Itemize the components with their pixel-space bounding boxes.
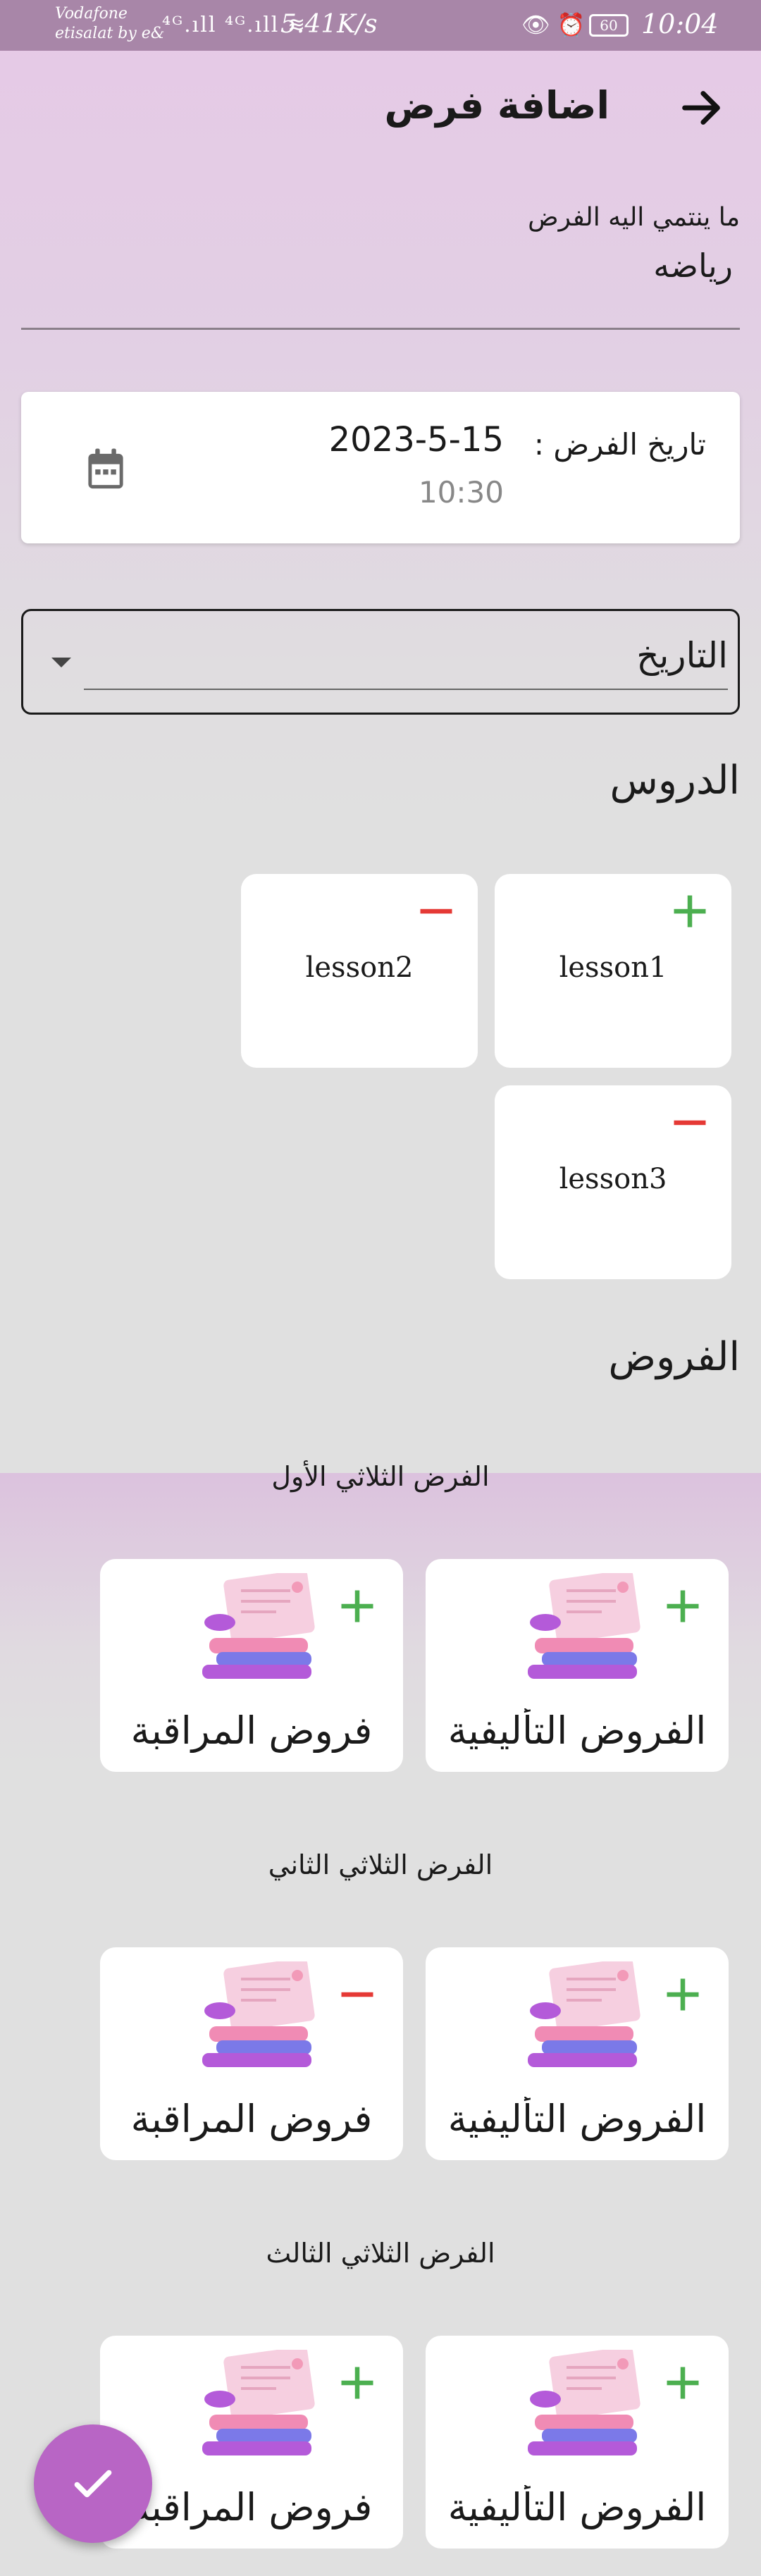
lesson-card[interactable]: lesson3: [495, 1085, 731, 1279]
calendar-icon[interactable]: [85, 447, 127, 492]
status-icons: 👁 ⏰: [521, 11, 586, 38]
input-underline: [21, 328, 740, 330]
dropdown-value: التاريخ: [636, 635, 728, 676]
plus-icon[interactable]: [340, 2365, 375, 2401]
save-fab-button[interactable]: [34, 2424, 152, 2543]
page-title: اضافة فرض: [384, 83, 610, 128]
belongs-to-label: ما ينتمي اليه الفرض: [528, 203, 740, 232]
plus-icon[interactable]: [665, 2365, 700, 2401]
exams-title: الفروض: [608, 1334, 740, 1380]
books-icon: [528, 2350, 641, 2455]
lessons-title: الدروس: [610, 758, 740, 803]
term-title: الفرض الثلاثي الثاني: [268, 1849, 493, 1880]
dropdown-underline: [84, 689, 728, 690]
lesson-label: lesson3: [559, 1163, 667, 1195]
exam-date-value: 2023-5-15: [328, 420, 504, 460]
lesson-card[interactable]: lesson2: [241, 874, 478, 1068]
books-icon: [202, 1573, 315, 1679]
status-bar: Vodafone etisalat by e& ⁴ᴳ.ıll ⁴ᴳ.ıll ≋ …: [0, 0, 761, 51]
minus-icon[interactable]: [419, 894, 454, 929]
exam-date-label: تاريخ الفرض :: [533, 427, 706, 462]
books-icon: [202, 1961, 315, 2067]
exam-card-label: الفروض التأليفية: [447, 2485, 707, 2529]
caret-down-icon: [51, 658, 71, 667]
exam-card-label: فروض المراقبة: [130, 1708, 373, 1753]
clock: 10:04: [641, 8, 719, 39]
lesson-label: lesson1: [559, 951, 667, 984]
plus-icon[interactable]: [665, 1977, 700, 2012]
arrow-right-icon[interactable]: [676, 83, 726, 133]
exam-card[interactable]: فروض المراقبة: [100, 1559, 403, 1772]
exam-card-label: الفروض التأليفية: [447, 1708, 707, 1753]
exam-card-label: الفروض التأليفية: [447, 2097, 707, 2141]
exam-card[interactable]: الفروض التأليفية: [426, 1947, 729, 2160]
belongs-to-input[interactable]: رياضه: [653, 247, 733, 285]
carrier-names: Vodafone etisalat by e&: [55, 5, 165, 42]
plus-icon[interactable]: [340, 1589, 375, 1624]
exam-date-card[interactable]: تاريخ الفرض : 2023-5-15 10:30: [21, 392, 740, 543]
books-icon: [528, 1573, 641, 1679]
lesson-label: lesson2: [305, 951, 414, 984]
exam-time-value: 10:30: [418, 475, 504, 510]
exam-card[interactable]: الفروض التأليفية: [426, 1559, 729, 1772]
plus-icon[interactable]: [665, 1589, 700, 1624]
minus-icon[interactable]: [672, 1105, 707, 1140]
exam-card[interactable]: الفروض التأليفية: [426, 2336, 729, 2549]
battery-icon: 60: [589, 14, 629, 37]
exam-card-label: فروض المراقبة: [130, 2097, 373, 2141]
network-speed: 5.41K/s: [280, 10, 378, 39]
minus-icon[interactable]: [340, 1977, 375, 2012]
lesson-card[interactable]: lesson1: [495, 874, 731, 1068]
check-icon: [74, 2470, 112, 2498]
term-title: الفرض الثلاثي الثالث: [266, 2238, 495, 2269]
plus-icon[interactable]: [672, 894, 707, 929]
exam-card[interactable]: فروض المراقبة: [100, 1947, 403, 2160]
books-icon: [528, 1961, 641, 2067]
books-icon: [202, 2350, 315, 2455]
exam-card[interactable]: فروض المراقبة: [100, 2336, 403, 2549]
term-title: الفرض الثلاثي الأول: [271, 1461, 490, 1492]
type-dropdown[interactable]: التاريخ: [21, 609, 740, 715]
